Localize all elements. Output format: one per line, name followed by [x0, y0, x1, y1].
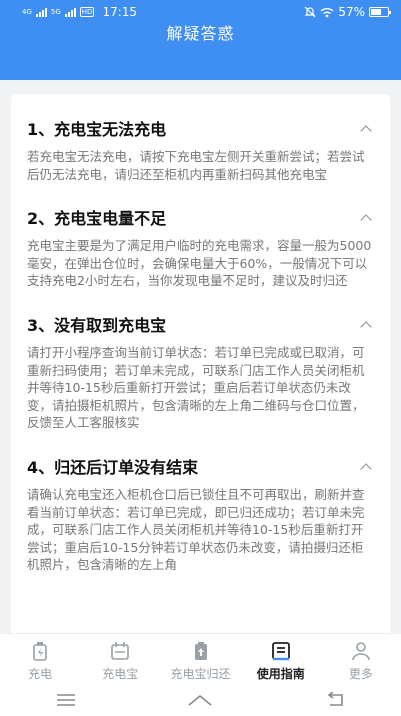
signal-label-1: 4G [22, 7, 32, 16]
faq-title: 1、充电宝无法充电 [27, 120, 167, 139]
signal-label-2: 5G [50, 7, 61, 16]
guide-icon [271, 642, 290, 661]
battery-percent: 57% [338, 5, 365, 19]
chevron-up-icon[interactable] [358, 209, 374, 225]
mute-icon [304, 6, 316, 18]
charge-icon [33, 642, 47, 661]
faq-header[interactable]: 1、充电宝无法充电 [27, 114, 374, 142]
wifi-icon [320, 7, 334, 17]
page-title: 解疑答惑 [166, 24, 235, 43]
faq-header[interactable]: 3、没有取到充电宝 [27, 310, 374, 338]
chevron-up-icon[interactable] [358, 120, 374, 136]
return-icon [194, 642, 207, 660]
person-icon [352, 642, 370, 661]
chevron-up-icon[interactable] [358, 316, 374, 332]
faq-body: 请确认充电宝还入柜机仓口后已锁住且不可再取出，刷新并查看当前订单状态：若订单已完… [27, 486, 365, 573]
faq-title: 2、充电宝电量不足 [27, 209, 167, 229]
calendar-icon [111, 642, 130, 660]
chevron-up-icon[interactable] [358, 458, 374, 474]
tab-charge[interactable]: 充电 [0, 634, 80, 683]
tab-label: 充电宝 [102, 667, 139, 681]
faq-item: 1、充电宝无法充电 若充电宝无法充电，请按下充电宝左侧开关重新尝试；若尝试后仍无… [11, 114, 390, 183]
system-nav-bar [0, 683, 401, 716]
tab-label: 充电 [28, 667, 53, 681]
signal-icon [35, 7, 47, 17]
faq-title: 4、归还后订单没有结束 [27, 457, 199, 477]
bottom-tab-bar: 充电 充电宝 充电宝归还 使用指南 更多 [0, 633, 401, 683]
status-time: 17:15 [102, 5, 138, 19]
faq-body: 若充电宝无法充电，请按下充电宝左侧开关重新尝试；若尝试后仍无法充电，请归还至柜机… [27, 149, 365, 182]
battery-icon [369, 7, 391, 17]
back-icon[interactable] [324, 691, 346, 708]
app-header: 4G 5G HD 17:15 57% 解疑答惑 [0, 0, 401, 80]
tab-more[interactable]: 更多 [321, 634, 401, 683]
faq-header[interactable]: 4、归还后订单没有结束 [27, 452, 374, 480]
tab-label: 使用指南 [256, 667, 305, 681]
tab-label: 更多 [348, 667, 373, 681]
faq-item: 3、没有取到充电宝 请打开小程序查询当前订单状态：若订单已完成或已取消，可重新扫… [11, 310, 390, 432]
menu-icon[interactable] [55, 693, 77, 707]
faq-title: 3、没有取到充电宝 [27, 315, 167, 335]
signal-icon-2 [64, 7, 76, 17]
faq-item: 4、归还后订单没有结束 请确认充电宝还入柜机仓口后已锁住且不可再取出，刷新并查看… [11, 452, 390, 574]
faq-header[interactable]: 2、充电宝电量不足 [27, 203, 374, 231]
tab-label: 充电宝归还 [170, 667, 231, 681]
faq-body: 充电宝主要是为了满足用户临时的充电需求，容量一般为5000毫安，在弹出仓位时，会… [27, 238, 372, 289]
tab-guide[interactable]: 使用指南 [241, 634, 321, 683]
faq-card: 1、充电宝无法充电 若充电宝无法充电，请按下充电宝左侧开关重新尝试；若尝试后仍无… [11, 94, 390, 654]
faq-body: 请打开小程序查询当前订单状态：若订单已完成或已取消，可重新扫码使用；若订单未完成… [27, 344, 365, 431]
home-icon[interactable] [187, 693, 213, 707]
faq-item: 2、充电宝电量不足 充电宝主要是为了满足用户临时的充电需求，容量一般为5000毫… [11, 203, 390, 290]
tab-return[interactable]: 充电宝归还 [160, 634, 240, 683]
hd-badge: HD [79, 7, 95, 17]
tab-powerbank[interactable]: 充电宝 [80, 634, 160, 683]
